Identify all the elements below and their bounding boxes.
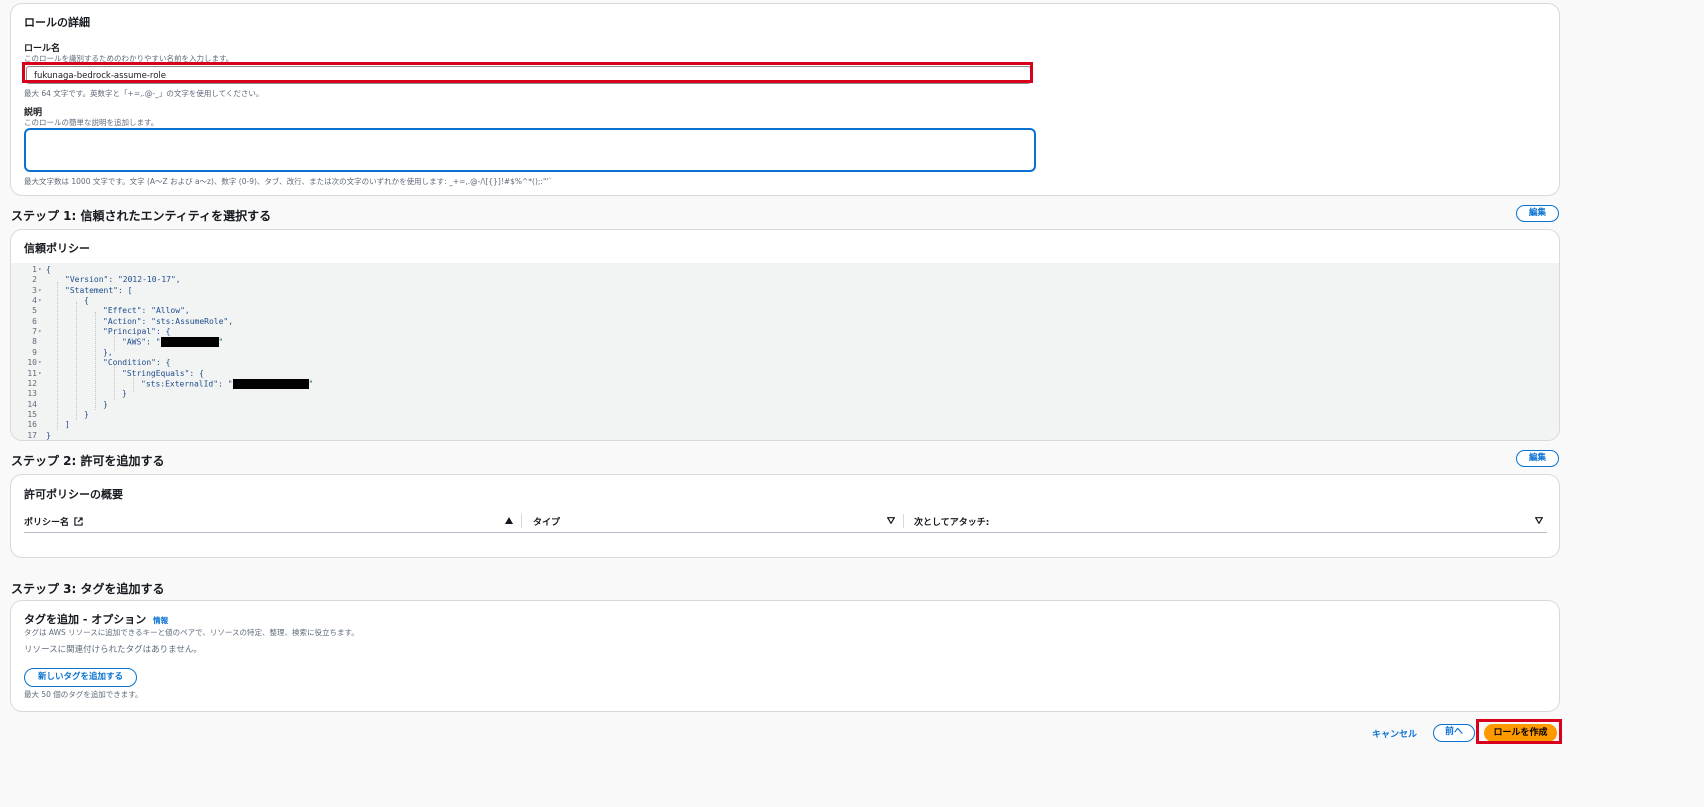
role-details-title: ロールの詳細 (24, 16, 90, 29)
code-line-text: "Statement": [ (65, 285, 133, 295)
line-number: 17 (27, 430, 37, 440)
code-line-text: "Condition": { (103, 358, 171, 368)
tags-limit-text: 最大 50 個のタグを追加できます。 (24, 690, 143, 699)
fold-icon[interactable]: ▾ (38, 359, 42, 366)
cancel-button[interactable]: キャンセル (1372, 727, 1417, 740)
step1-edit-button[interactable]: 編集 (1516, 205, 1559, 222)
code-line-text: "StringEquals": { (122, 368, 204, 378)
line-number: 11 (27, 368, 37, 378)
code-line: }, (103, 348, 113, 357)
previous-button[interactable]: 前へ (1433, 724, 1475, 742)
external-link-icon (74, 517, 83, 526)
tags-title: タグを追加 - オプション 情報 (24, 611, 168, 627)
line-number: 9 (32, 347, 37, 357)
code-line-text: "Action": "sts:AssumeRole", (103, 316, 234, 326)
line-number: 16 (27, 420, 37, 430)
code-line-text: { (46, 265, 51, 274)
trust-policy-code-editor: 1 ▾{2 "Version": "2012-10-17", 3 ▾ "Statement… (11, 263, 1559, 440)
code-line: { (84, 296, 89, 305)
trust-policy-card: 信頼ポリシー 1 ▾{2 "Version": "2012-10-17", 3 ▾ "St… (10, 229, 1560, 441)
code-line: } (103, 400, 108, 409)
sort-descending-icon[interactable] (887, 517, 895, 524)
role-details-card: ロールの詳細 ロール名 このロールを識別するためのわかりやすい名前を入力します。… (10, 3, 1560, 196)
line-number: 4 (32, 296, 37, 306)
sort-descending-icon[interactable] (1535, 517, 1543, 524)
step3-title: ステップ 3: タグを追加する (11, 582, 165, 596)
line-number: 10 (27, 358, 37, 368)
code-line: "Version": "2012-10-17", (65, 275, 181, 284)
code-line: "Effect": "Allow", (103, 306, 190, 315)
code-line-text: } (122, 389, 127, 399)
column-type[interactable]: タイプ (533, 515, 560, 528)
tags-card: タグを追加 - オプション 情報 タグは AWS リソースに追加できるキーと値の… (10, 600, 1560, 712)
code-line-text: "sts:ExternalId": " (141, 379, 233, 389)
step2-edit-button[interactable]: 編集 (1516, 450, 1559, 467)
description-hint: 最大文字数は 1000 文字です。文字 (A〜Z および a〜z)、数字 (0-… (24, 177, 553, 186)
code-line: } (122, 389, 127, 398)
role-name-highlight (22, 62, 1033, 83)
redacted-value (232, 378, 309, 389)
line-number: 12 (27, 378, 37, 388)
step1-title: ステップ 1: 信頼されたエンティティを選択する (11, 209, 272, 223)
column-policy-name[interactable]: ポリシー名 (24, 515, 83, 528)
role-name-hint: 最大 64 文字です。英数字と「+=,.@-_」の文字を使用してください。 (24, 89, 264, 98)
line-number: 7 (32, 327, 37, 337)
code-line: "Statement": [ (65, 286, 132, 295)
line-number: 13 (27, 389, 37, 399)
code-line: } (84, 410, 89, 419)
trust-policy-title: 信頼ポリシー (24, 242, 90, 255)
fold-icon[interactable]: ▾ (38, 370, 42, 377)
code-line: { (46, 265, 51, 274)
code-line: "sts:ExternalId": " " (141, 378, 314, 389)
code-line-text: } (103, 399, 108, 409)
code-line: "StringEquals": { (122, 369, 204, 378)
line-number: 1 (32, 265, 37, 274)
description-description: このロールの簡単な説明を追加します。 (24, 118, 159, 127)
code-line-text: "Version": "2012-10-17", (65, 275, 181, 285)
sort-ascending-icon[interactable] (505, 517, 513, 524)
permission-policy-title: 許可ポリシーの概要 (24, 488, 123, 501)
fold-icon[interactable]: ▾ (38, 287, 42, 294)
tags-description: タグは AWS リソースに追加できるキーと値のペアで、リソースの特定、整理、検索… (24, 628, 359, 637)
code-line-text: } (46, 430, 51, 440)
redacted-value (160, 337, 219, 348)
code-line: ] (65, 420, 70, 429)
line-number: 5 (32, 306, 37, 316)
add-tag-button[interactable]: 新しいタグを追加する (24, 668, 137, 687)
line-number: 2 (32, 275, 37, 285)
tags-empty-text: リソースに関連付けられたタグはありません。 (24, 645, 202, 655)
code-line-text: "Effect": "Allow", (103, 306, 190, 316)
fold-icon[interactable]: ▾ (38, 297, 42, 304)
code-line-text: } (84, 409, 89, 419)
code-line-text: "Principal": { (103, 327, 171, 337)
code-line: "Action": "sts:AssumeRole", (103, 317, 233, 326)
code-line: "Principal": { (103, 327, 170, 336)
line-number: 3 (32, 285, 37, 295)
step2-title: ステップ 2: 許可を追加する (11, 454, 165, 468)
code-line-text: { (84, 296, 89, 306)
code-line-text: ] (65, 420, 70, 430)
line-number: 8 (32, 337, 37, 347)
table-header-divider (24, 532, 1547, 533)
column-attach-as[interactable]: 次としてアタッチ: (914, 515, 989, 528)
fold-icon[interactable]: ▾ (38, 266, 42, 273)
line-number: 14 (27, 399, 37, 409)
line-number: 15 (27, 409, 37, 419)
code-line-text: "AWS": " (122, 337, 161, 347)
create-role-highlight (1476, 719, 1562, 744)
info-link[interactable]: 情報 (153, 616, 168, 625)
tags-title-label: タグを追加 - オプション (24, 613, 147, 626)
line-number: 6 (32, 316, 37, 326)
code-line: "AWS": " " (122, 337, 224, 348)
code-line: } (46, 431, 51, 440)
column-policy-name-label: ポリシー名 (24, 518, 70, 528)
code-line-text: }, (103, 347, 113, 357)
description-textarea[interactable] (24, 128, 1036, 172)
code-line: "Condition": { (103, 358, 170, 367)
fold-icon[interactable]: ▾ (38, 328, 42, 335)
permission-policy-card: 許可ポリシーの概要 ポリシー名 タイプ 次としてアタッチ: (10, 474, 1560, 558)
